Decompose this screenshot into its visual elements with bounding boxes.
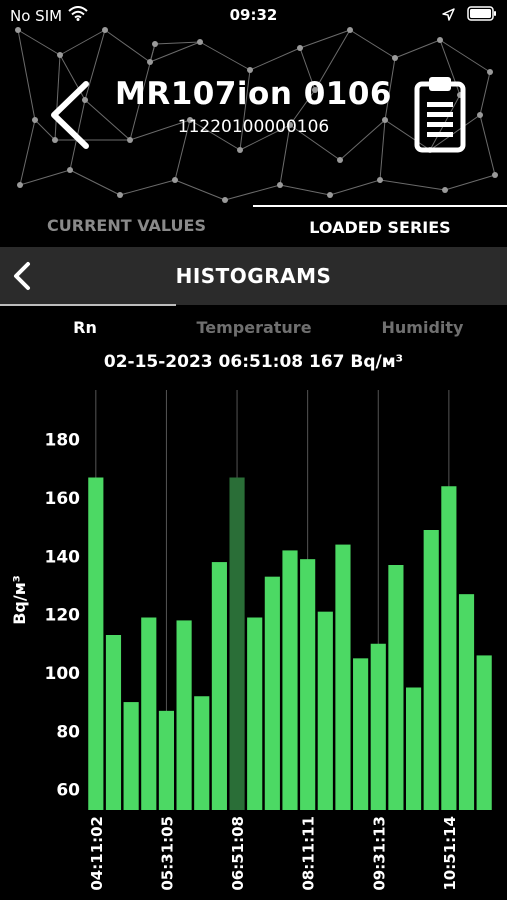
x-tick-label: 05:31:05 xyxy=(158,816,176,891)
histogram-bar[interactable] xyxy=(158,710,175,810)
battery-icon xyxy=(467,6,497,25)
y-tick-label: 100 xyxy=(45,664,81,684)
histogram-bar[interactable] xyxy=(176,620,192,810)
histogram-bar[interactable] xyxy=(264,576,280,810)
device-header: MR107ion 0106 11220100000106 xyxy=(0,0,507,205)
histogram-bar[interactable] xyxy=(88,477,104,811)
status-bar: No SIM 09:32 xyxy=(0,0,507,30)
histogram-bar[interactable] xyxy=(476,655,492,810)
y-tick-label: 160 xyxy=(45,489,81,509)
y-tick-label: 120 xyxy=(45,606,81,626)
histogram-bar[interactable] xyxy=(441,486,457,810)
x-tick-label: 04:11:02 xyxy=(88,816,106,891)
y-tick-label: 180 xyxy=(45,431,81,451)
location-arrow-icon xyxy=(442,7,455,25)
x-tick-label: 08:11:11 xyxy=(300,816,318,891)
clipboard-icon[interactable] xyxy=(414,74,466,158)
histogram-bar[interactable] xyxy=(211,562,227,810)
histogram-bar[interactable] xyxy=(388,565,404,810)
y-axis-label: Bq/м³ xyxy=(10,575,29,625)
histogram-bar[interactable] xyxy=(282,550,298,810)
x-tick-label: 10:51:14 xyxy=(441,816,459,891)
tab-current-values[interactable]: CURRENT VALUES xyxy=(0,205,253,247)
histogram-bar[interactable] xyxy=(423,530,439,810)
parameter-tabs: Rn Temperature Humidity xyxy=(0,312,507,344)
histogram-bar[interactable] xyxy=(105,635,122,810)
histogram-bar[interactable] xyxy=(370,643,386,810)
histogram-bar[interactable] xyxy=(317,611,333,810)
x-tick-label: 06:51:08 xyxy=(229,816,247,891)
tab-loaded-series[interactable]: LOADED SERIES xyxy=(253,205,507,247)
page-title: HISTOGRAMS xyxy=(175,264,332,288)
status-time: 09:32 xyxy=(229,6,278,24)
histogram-bar[interactable] xyxy=(335,544,351,810)
histogram-bar[interactable] xyxy=(353,658,369,810)
histogram-bar[interactable] xyxy=(194,696,210,810)
selected-reading: 02-15-2023 06:51:08 167 Bq/м³ xyxy=(103,352,404,372)
histogram-bar[interactable] xyxy=(405,687,422,811)
tab-underline xyxy=(0,304,176,306)
histogram-bar[interactable] xyxy=(300,559,316,810)
tab-temperature[interactable]: Temperature xyxy=(180,312,328,344)
y-tick-label: 140 xyxy=(45,547,81,567)
x-tick-label: 09:31:13 xyxy=(370,816,388,891)
histogram-bar-selected[interactable] xyxy=(229,477,245,811)
tab-humidity[interactable]: Humidity xyxy=(360,312,485,344)
histogram-bar[interactable] xyxy=(141,617,157,811)
histogram-bar[interactable] xyxy=(123,702,139,810)
y-tick-label: 60 xyxy=(56,781,80,801)
y-tick-label: 80 xyxy=(56,722,80,742)
main-tabs: CURRENT VALUES LOADED SERIES xyxy=(0,205,507,247)
histograms-header: HISTOGRAMS xyxy=(0,247,507,305)
histogram-bar[interactable] xyxy=(458,594,475,810)
histogram-bar[interactable] xyxy=(247,617,263,811)
tab-rn[interactable]: Rn xyxy=(40,312,130,344)
histogram-chart: 60 80 100 120 140 160 180 Bq/м³ 04:11:02 05:31:05… xyxy=(10,390,492,891)
